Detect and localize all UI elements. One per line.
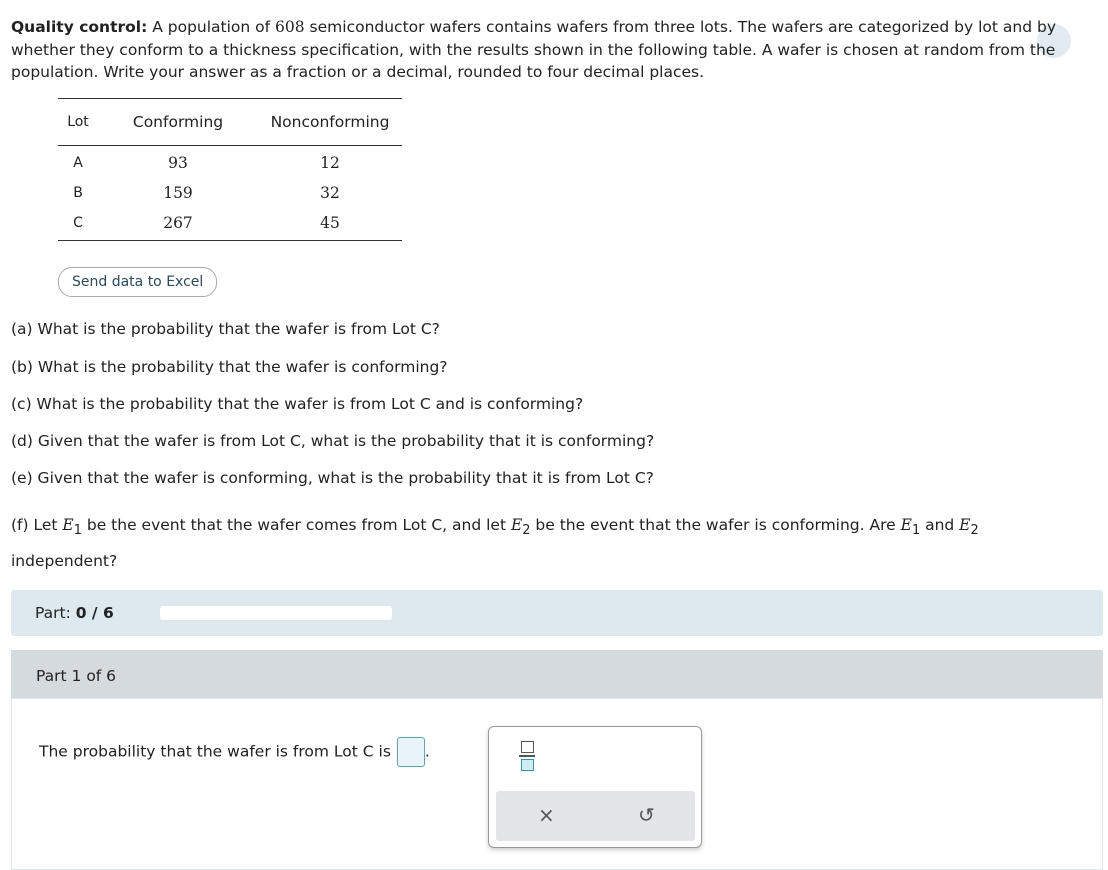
table-row: B 159 32	[58, 178, 402, 208]
header-conforming: Conforming	[132, 113, 224, 131]
table-header: Lot Conforming Nonconforming	[58, 99, 402, 146]
clear-icon[interactable]: ×	[538, 803, 555, 827]
keypad-actions: × ↺	[496, 791, 695, 841]
table-row: A 93 12	[58, 148, 402, 178]
cell: 32	[320, 184, 340, 202]
question-f: (f) Let E1 be the event that the wafer c…	[11, 510, 1091, 576]
sub: 2	[522, 523, 531, 539]
sub: 1	[911, 523, 921, 539]
data-table: Lot Conforming Nonconforming A 93 12 B 159 32 …	[58, 98, 402, 241]
intro-text: A population of	[147, 18, 276, 36]
var: E	[62, 516, 74, 534]
var: E	[900, 516, 912, 534]
cell: A	[73, 155, 83, 171]
progress-track	[160, 606, 392, 620]
text: be the event that the wafer is conformin…	[530, 516, 901, 534]
answer-prompt: The probability that the wafer is from L…	[39, 737, 430, 767]
sub: 2	[970, 523, 979, 539]
text: independent?	[11, 552, 118, 571]
part-progress-bar: Part: 0 / 6	[11, 590, 1103, 636]
cell: 267	[163, 214, 193, 232]
header-nonconforming: Nonconforming	[270, 113, 390, 131]
prompt-text: The probability that the wafer is from L…	[39, 742, 391, 761]
text: be the event that the wafer comes from L…	[81, 516, 511, 534]
question-a: (a) What is the probability that the waf…	[11, 320, 440, 338]
part-header: Part 1 of 6	[11, 650, 1103, 698]
cell: B	[73, 185, 83, 201]
part-count: 0 / 6	[75, 604, 114, 622]
cell: 12	[320, 154, 340, 172]
var: E	[510, 516, 523, 534]
cell: 93	[168, 154, 188, 172]
question-b: (b) What is the probability that the waf…	[11, 358, 448, 376]
part-label: Part: 0 / 6	[35, 604, 114, 622]
fraction-icon[interactable]	[519, 741, 535, 771]
intro-lead: Quality control:	[11, 18, 148, 36]
text: and	[920, 516, 960, 534]
undo-icon[interactable]: ↺	[638, 803, 655, 827]
var: E	[959, 516, 971, 534]
answer-input[interactable]	[396, 737, 425, 767]
question-d: (d) Given that the wafer is from Lot C, …	[11, 432, 655, 450]
period: .	[424, 742, 430, 761]
header-lot: Lot	[67, 114, 89, 130]
math-keypad: × ↺	[488, 726, 702, 848]
text: (f) Let	[11, 516, 63, 534]
problem-intro: Quality control: A population of 608 sem…	[11, 16, 1091, 84]
question-e: (e) Given that the wafer is conforming, …	[11, 469, 654, 487]
send-to-excel-button[interactable]: Send data to Excel	[58, 267, 218, 297]
cell: 45	[320, 214, 340, 232]
cell: C	[73, 215, 83, 231]
sub: 1	[73, 523, 82, 539]
part-title: Part 1 of 6	[36, 667, 117, 685]
question-c: (c) What is the probability that the waf…	[11, 395, 584, 413]
cell: 159	[163, 184, 193, 202]
population-size: 608	[275, 18, 305, 36]
table-row: C 267 45	[58, 208, 402, 238]
label: Part:	[35, 604, 76, 622]
